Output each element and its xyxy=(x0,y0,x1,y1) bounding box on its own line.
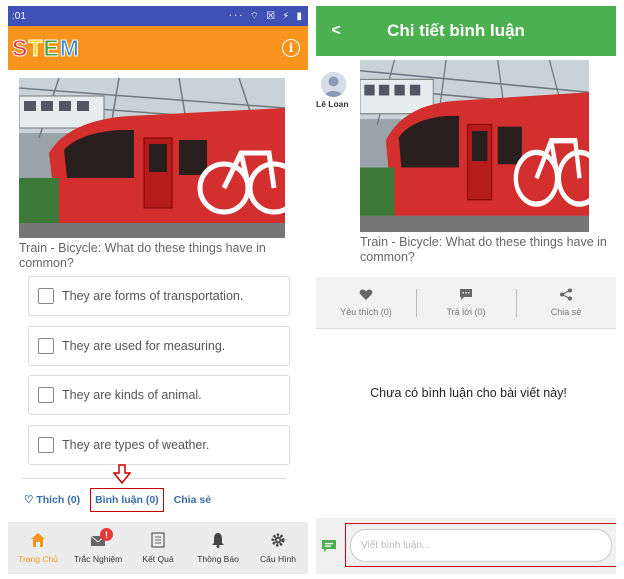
notification-badge: ! xyxy=(100,528,113,541)
list-icon xyxy=(151,532,165,548)
answer-option[interactable]: They are kinds of animal. xyxy=(28,375,290,415)
author-name: Lê Loan xyxy=(316,99,349,109)
answer-option[interactable]: They are used for measuring. xyxy=(28,325,290,366)
left-screen: :01 ··· ⌔ ☒ ⚡ ▮ S T E M i Train - Bicycl… xyxy=(8,6,308,574)
info-icon[interactable]: i xyxy=(282,39,300,57)
tab-settings[interactable]: Cấu Hình xyxy=(248,522,308,574)
logo-letter-s: S xyxy=(11,34,28,61)
checkbox[interactable] xyxy=(38,436,54,453)
post-actions: ♡ Thích (0) Bình luận (0) Chia sẻ xyxy=(24,486,221,514)
tab-label: Trắc Nghiệm xyxy=(73,554,123,564)
tab-quiz[interactable]: ! Trắc Nghiệm xyxy=(68,522,128,574)
chat-icon xyxy=(322,540,336,552)
answer-option[interactable]: They are forms of transportation. xyxy=(28,276,290,316)
logo-letter-e: E xyxy=(43,34,59,61)
bell-icon xyxy=(212,533,224,548)
reply-label: Trả lời (0) xyxy=(446,307,486,317)
checkbox[interactable] xyxy=(38,337,54,354)
share-label: Chia sẻ xyxy=(550,307,582,317)
detail-header: < Chi tiết bình luận xyxy=(316,6,616,56)
train-photo xyxy=(360,60,589,232)
avatar[interactable] xyxy=(321,72,346,97)
share-link[interactable]: Chia sẻ xyxy=(174,494,211,506)
app-header: S T E M i xyxy=(8,26,308,70)
tab-label: Cấu Hình xyxy=(260,554,296,564)
heart-icon xyxy=(359,289,373,300)
checkbox[interactable] xyxy=(38,288,54,304)
checkbox[interactable] xyxy=(38,387,54,403)
train-photo xyxy=(19,78,285,238)
empty-comments-message: Chưa có bình luận cho bài viết này! xyxy=(370,386,567,400)
divider xyxy=(22,478,286,479)
arrow-down-icon xyxy=(113,464,131,484)
tab-home[interactable]: Trang Chủ xyxy=(8,522,68,574)
comment-icon xyxy=(460,289,472,300)
share-button[interactable]: Chia sẻ xyxy=(516,277,616,328)
like-label: Yêu thích (0) xyxy=(340,307,392,317)
right-screen: < Chi tiết bình luận Lê Loan Train - Bic… xyxy=(316,6,616,574)
gear-icon xyxy=(271,533,285,547)
tab-label: Kết Quả xyxy=(142,554,174,564)
answer-label: They are kinds of animal. xyxy=(62,388,202,402)
like-button[interactable]: Yêu thích (0) xyxy=(316,277,416,328)
question-text: Train - Bicycle: What do these things ha… xyxy=(19,241,266,270)
tab-notifications[interactable]: Thông Báo xyxy=(188,522,248,574)
logo-letter-t: T xyxy=(28,34,43,61)
question-text: Train - Bicycle: What do these things ha… xyxy=(360,235,607,264)
stem-logo: S T E M xyxy=(11,34,282,62)
reply-button[interactable]: Trả lời (0) xyxy=(416,277,516,328)
page-title: Chi tiết bình luận xyxy=(387,21,525,40)
answer-label: They are used for measuring. xyxy=(62,338,226,353)
share-icon xyxy=(560,288,572,301)
tab-label: Trang Chủ xyxy=(18,554,58,564)
comment-input-highlight xyxy=(345,523,616,567)
answer-option[interactable]: They are types of weather. xyxy=(28,424,290,465)
post-action-bar: Yêu thích (0) Trả lời (0) Chia sẻ xyxy=(316,277,616,329)
bottom-tab-bar: Trang Chủ ! Trắc Nghiệm Kết Quả Thông Bá… xyxy=(8,522,308,574)
status-icons: ··· ⌔ ☒ ⚡ ▮ xyxy=(228,10,304,22)
comment-input[interactable] xyxy=(350,529,612,562)
status-bar: :01 ··· ⌔ ☒ ⚡ ▮ xyxy=(8,6,308,26)
answer-options: They are forms of transportation. They a… xyxy=(28,276,290,474)
like-link[interactable]: ♡ Thích (0) xyxy=(24,494,80,506)
comment-composer xyxy=(316,518,616,574)
logo-letter-m: M xyxy=(59,34,79,61)
home-icon xyxy=(31,533,45,547)
answer-label: They are forms of transportation. xyxy=(62,289,244,303)
status-time: :01 xyxy=(12,10,26,22)
answer-label: They are types of weather. xyxy=(62,437,210,452)
back-icon[interactable]: < xyxy=(316,22,356,40)
tab-label: Thông Báo xyxy=(197,554,239,564)
comment-link[interactable]: Bình luận (0) xyxy=(90,488,164,512)
user-icon xyxy=(321,72,346,97)
tab-results[interactable]: Kết Quả xyxy=(128,522,188,574)
